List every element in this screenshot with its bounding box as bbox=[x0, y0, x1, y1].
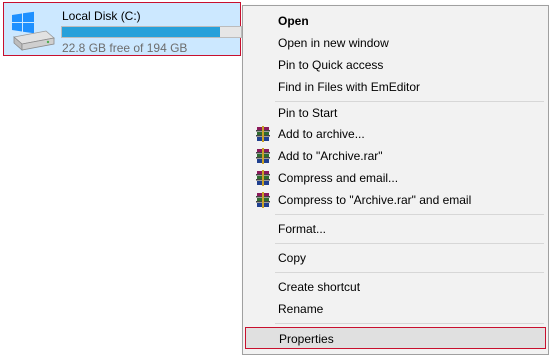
drive-name: Local Disk (C:) bbox=[62, 9, 141, 23]
menu-item-rename[interactable]: Rename bbox=[245, 298, 546, 320]
winrar-icon bbox=[256, 192, 270, 208]
menu-separator bbox=[275, 272, 544, 273]
menu-item-label: Rename bbox=[278, 302, 324, 316]
menu-item-open-new-window[interactable]: Open in new window bbox=[245, 32, 546, 54]
local-disk-c-item[interactable]: Local Disk (C:) 22.8 GB free of 194 GB bbox=[3, 2, 242, 56]
menu-item-label: Open in new window bbox=[278, 36, 389, 50]
drive-usage-fill bbox=[62, 27, 220, 37]
menu-item-label: Properties bbox=[279, 332, 334, 346]
menu-item-format[interactable]: Format... bbox=[245, 218, 546, 240]
menu-item-label: Compress and email... bbox=[278, 171, 399, 185]
menu-item-label: Add to "Archive.rar" bbox=[278, 149, 383, 163]
menu-item-compress-to-rar-and-email[interactable]: Compress to "Archive.rar" and email bbox=[245, 189, 546, 211]
menu-item-open[interactable]: Open bbox=[245, 10, 546, 32]
menu-item-label: Add to archive... bbox=[278, 127, 365, 141]
menu-item-pin-quick-access[interactable]: Pin to Quick access bbox=[245, 54, 546, 76]
menu-item-label: Pin to Quick access bbox=[278, 58, 384, 72]
menu-item-label: Open bbox=[278, 14, 309, 28]
menu-item-properties[interactable]: Properties bbox=[245, 327, 546, 349]
menu-item-label: Find in Files with EmEditor bbox=[278, 80, 421, 94]
menu-item-add-to-archive-rar[interactable]: Add to "Archive.rar" bbox=[245, 145, 546, 167]
menu-separator bbox=[275, 214, 544, 215]
menu-item-label: Pin to Start bbox=[278, 106, 338, 120]
menu-item-find-in-files[interactable]: Find in Files with EmEditor bbox=[245, 76, 546, 98]
menu-item-label: Copy bbox=[278, 251, 307, 265]
menu-item-pin-to-start[interactable]: Pin to Start bbox=[245, 102, 546, 124]
drive-free-space: 22.8 GB free of 194 GB bbox=[62, 41, 188, 55]
winrar-icon bbox=[256, 148, 270, 164]
winrar-icon bbox=[256, 170, 270, 186]
menu-item-compress-and-email[interactable]: Compress and email... bbox=[245, 167, 546, 189]
menu-item-label: Compress to "Archive.rar" and email bbox=[278, 193, 472, 207]
context-menu: Open Open in new window Pin to Quick acc… bbox=[242, 5, 549, 355]
menu-item-create-shortcut[interactable]: Create shortcut bbox=[245, 276, 546, 298]
menu-item-label: Create shortcut bbox=[278, 280, 361, 294]
winrar-icon bbox=[256, 126, 270, 142]
menu-separator bbox=[275, 243, 544, 244]
drive-usage-bar bbox=[61, 26, 242, 38]
menu-separator bbox=[275, 323, 544, 324]
menu-item-copy[interactable]: Copy bbox=[245, 247, 546, 269]
menu-item-label: Format... bbox=[278, 222, 327, 236]
menu-item-add-to-archive[interactable]: Add to archive... bbox=[245, 123, 546, 145]
hard-drive-windows-icon bbox=[12, 11, 55, 51]
